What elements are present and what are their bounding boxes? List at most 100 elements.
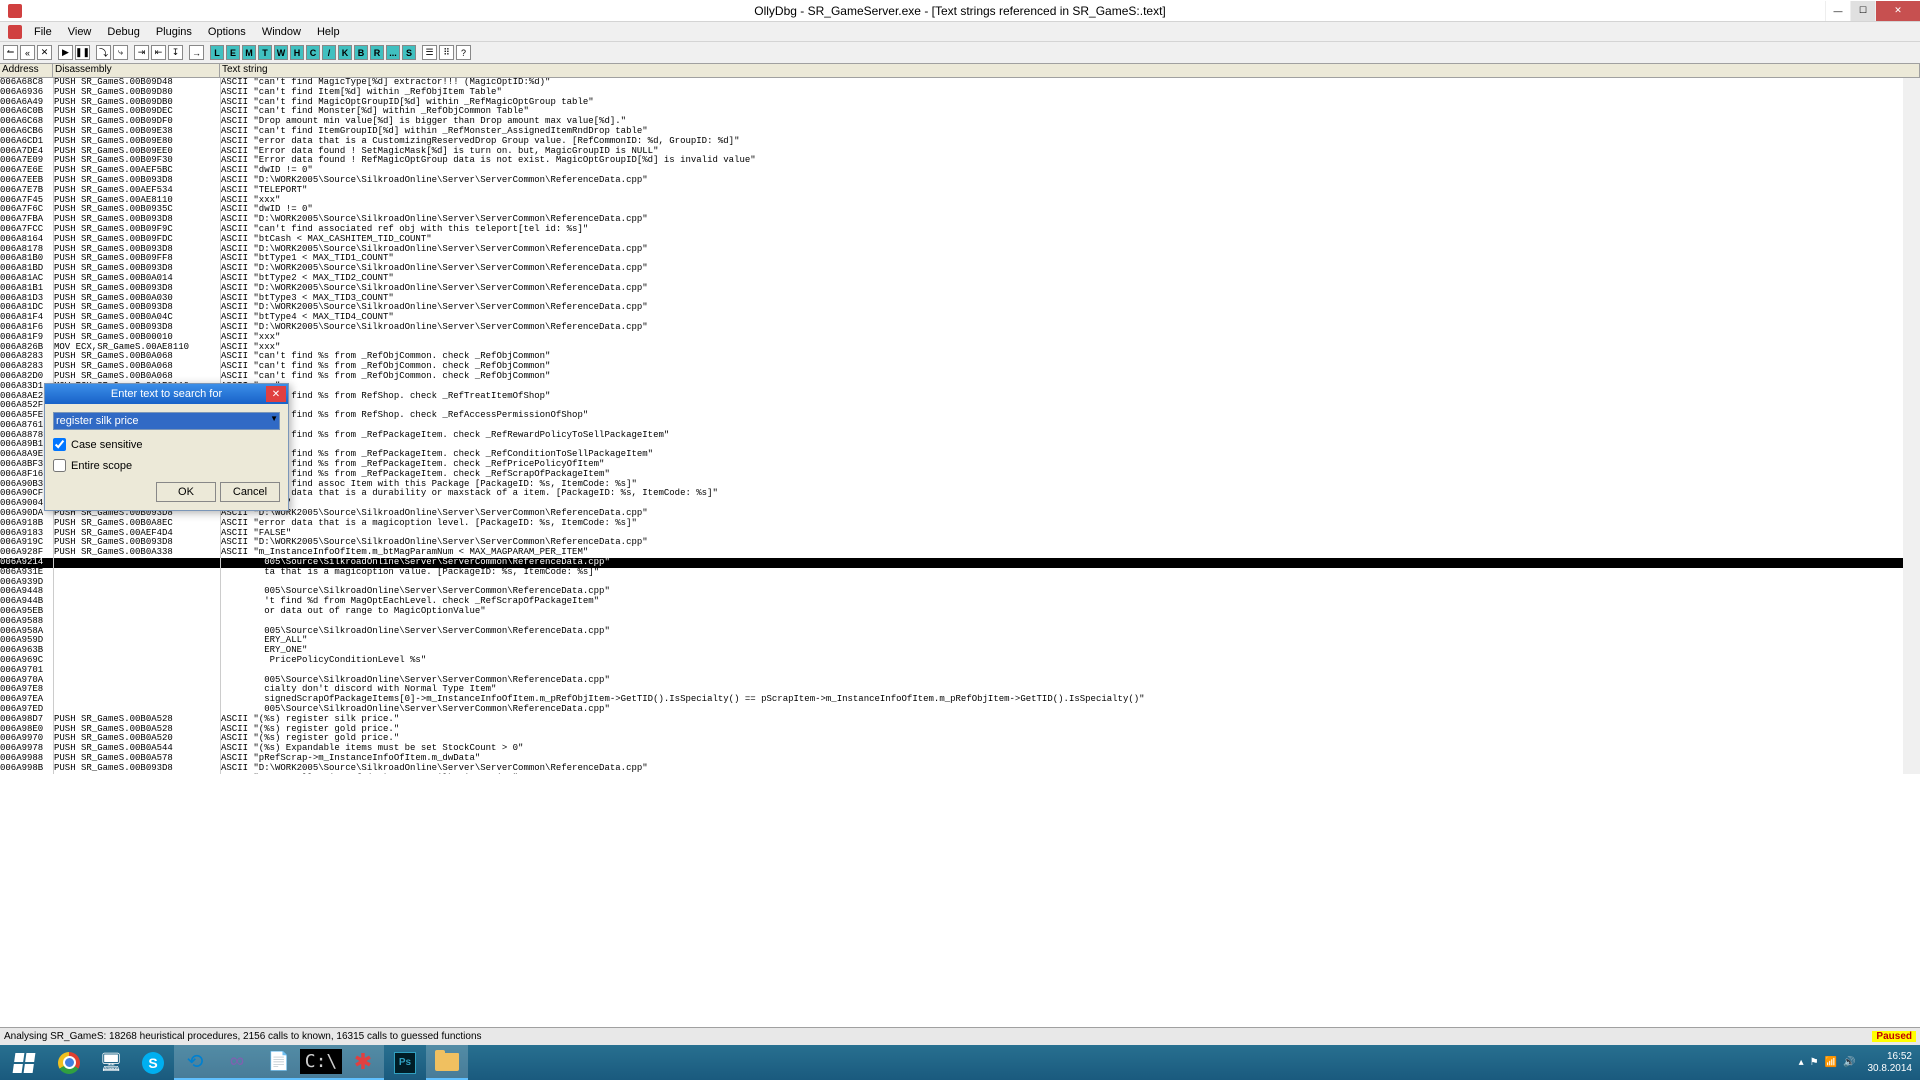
- toolbar-letter-s[interactable]: S: [402, 45, 416, 60]
- text-cell[interactable]: ERY_ALL": [221, 636, 1920, 646]
- text-cell[interactable]: ASCII "can't find %s from _RefObjCommon.…: [221, 372, 1920, 382]
- menu-help[interactable]: Help: [309, 26, 348, 38]
- taskbar-app1[interactable]: 🖥: [90, 1045, 132, 1080]
- disasm-cell[interactable]: [54, 568, 220, 578]
- text-cell[interactable]: ASCII "error data that is a magicoption …: [221, 519, 1920, 529]
- text-cell[interactable]: ASCII "D:\WORK2005\Source\SilkroadOnline…: [221, 303, 1920, 313]
- text-cell[interactable]: ASCII "D:\WORK2005\Source\SilkroadOnline…: [221, 245, 1920, 255]
- toolbar-letter-/[interactable]: /: [322, 45, 336, 60]
- taskbar-notepad[interactable]: 📄: [258, 1045, 300, 1080]
- disasm-cell[interactable]: PUSH SR_GameS.00B0A338: [54, 548, 220, 558]
- header-text-string[interactable]: Text string: [220, 64, 1920, 77]
- tray-flag-icon[interactable]: ⚑: [1810, 1057, 1819, 1068]
- taskbar-explorer[interactable]: [426, 1045, 468, 1080]
- text-cell[interactable]: or data out of range to MagicOptionValue…: [221, 607, 1920, 617]
- taskbar-vs[interactable]: ∞: [216, 1045, 258, 1080]
- taskbar-skype[interactable]: S: [132, 1045, 174, 1080]
- text-cell[interactable]: ASCII "xxx": [221, 196, 1920, 206]
- case-sensitive-checkbox[interactable]: [53, 438, 66, 451]
- entire-scope-checkbox[interactable]: [53, 459, 66, 472]
- disasm-cell[interactable]: [54, 627, 220, 637]
- menu-file[interactable]: File: [26, 26, 60, 38]
- toolbar-letter-k[interactable]: K: [338, 45, 352, 60]
- text-cell[interactable]: ASCII "can't find %s from RefShop. check…: [221, 392, 1920, 402]
- disasm-cell[interactable]: [54, 666, 220, 676]
- disasm-cell[interactable]: [54, 685, 220, 695]
- start-button[interactable]: [0, 1045, 48, 1080]
- toolbar-letter-e[interactable]: E: [226, 45, 240, 60]
- text-cell[interactable]: ASCII "error data that is a durability o…: [221, 489, 1920, 499]
- menu-debug[interactable]: Debug: [99, 26, 147, 38]
- toolbar-letter-t[interactable]: T: [258, 45, 272, 60]
- toolbar-letter-l[interactable]: L: [210, 45, 224, 60]
- dialog-title[interactable]: Enter text to search for ✕: [45, 384, 288, 404]
- text-cell[interactable]: ASCII "TELEPORT": [221, 186, 1920, 196]
- toolbar-letter-r[interactable]: R: [370, 45, 384, 60]
- toolbar-letter-w[interactable]: W: [274, 45, 288, 60]
- text-cell[interactable]: ERY_ONE": [221, 646, 1920, 656]
- entire-scope-check[interactable]: Entire scope: [53, 459, 280, 472]
- text-cell[interactable]: ASCII "(%s) register silk price.": [221, 715, 1920, 725]
- dialog-close-button[interactable]: ✕: [266, 386, 286, 402]
- toolbar-options-icon[interactable]: ⠿: [439, 45, 454, 60]
- toolbar-settings-icon[interactable]: ☰: [422, 45, 437, 60]
- case-sensitive-check[interactable]: Case sensitive: [53, 438, 280, 451]
- text-cell[interactable]: ASCII "Error data found ! RefMagicOptGro…: [221, 156, 1920, 166]
- tray-volume-icon[interactable]: 🔊: [1843, 1057, 1855, 1068]
- taskbar-chrome[interactable]: [48, 1045, 90, 1080]
- taskbar-photoshop[interactable]: Ps: [384, 1045, 426, 1080]
- tray-clock[interactable]: 16:52 30.8.2014: [1868, 1051, 1913, 1075]
- toolbar-tillret-icon[interactable]: ↧: [168, 45, 183, 60]
- ok-button[interactable]: OK: [156, 482, 216, 502]
- disasm-cell[interactable]: [54, 656, 220, 666]
- toolbar-pause-icon[interactable]: ❚❚: [75, 45, 90, 60]
- text-cell[interactable]: ta that is a magicoption value. [Package…: [221, 568, 1920, 578]
- text-cell[interactable]: ASCII "can't find associated ref obj wit…: [221, 225, 1920, 235]
- toolbar-letter-m[interactable]: M: [242, 45, 256, 60]
- vertical-scrollbar[interactable]: [1903, 78, 1920, 774]
- disasm-cell[interactable]: [54, 646, 220, 656]
- tray-up-icon[interactable]: ▴: [1799, 1057, 1804, 1068]
- disasm-cell[interactable]: [54, 607, 220, 617]
- disasm-cell[interactable]: [54, 587, 220, 597]
- disasm-cell[interactable]: [54, 676, 220, 686]
- close-button[interactable]: ✕: [1875, 1, 1920, 21]
- toolbar-close-icon[interactable]: ✕: [37, 45, 52, 60]
- toolbar-goto-icon[interactable]: →: [189, 45, 204, 60]
- toolbar-letter-c[interactable]: C: [306, 45, 320, 60]
- text-cell[interactable]: ASCII "can't find %s from RefShop. check…: [221, 411, 1920, 421]
- toolbar-rewind-icon[interactable]: «: [20, 45, 35, 60]
- toolbar-traceinto-icon[interactable]: ⇥: [134, 45, 149, 60]
- text-cell[interactable]: PricePolicyConditionLevel %s": [221, 656, 1920, 666]
- text-cell[interactable]: 005\Source\SilkroadOnline\Server\ServerC…: [221, 705, 1920, 715]
- text-cell[interactable]: ASCII "D:\WORK2005\Source\SilkroadOnline…: [221, 264, 1920, 274]
- header-address[interactable]: Address: [0, 64, 53, 77]
- menu-plugins[interactable]: Plugins: [148, 26, 200, 38]
- text-cell[interactable]: ASCII "xxx": [221, 333, 1920, 343]
- header-disassembly[interactable]: Disassembly: [53, 64, 220, 77]
- toolbar-open-icon[interactable]: ↼: [3, 45, 18, 60]
- disasm-cell[interactable]: [54, 617, 220, 627]
- taskbar-cmd[interactable]: C:\: [300, 1045, 342, 1080]
- text-cell[interactable]: 005\Source\SilkroadOnline\Server\ServerC…: [221, 627, 1920, 637]
- taskbar-ollydbg[interactable]: ✱: [342, 1045, 384, 1080]
- menu-options[interactable]: Options: [200, 26, 254, 38]
- toolbar-stepover-icon[interactable]: ⤷: [113, 45, 128, 60]
- toolbar-stepinto-icon[interactable]: ⤵: [96, 45, 111, 60]
- text-cell[interactable]: ASCII "can't find %s from _RefPackageIte…: [221, 431, 1920, 441]
- toolbar-letter-b[interactable]: B: [354, 45, 368, 60]
- text-cell[interactable]: ASCII "D:\WORK2005\Source\SilkroadOnline…: [221, 323, 1920, 333]
- text-cell[interactable]: ASCII "D:\WORK2005\Source\SilkroadOnline…: [221, 176, 1920, 186]
- disasm-cell[interactable]: [54, 695, 220, 705]
- text-cell[interactable]: ASCII "D:\WORK2005\Source\SilkroadOnline…: [221, 284, 1920, 294]
- menu-window[interactable]: Window: [254, 26, 309, 38]
- toolbar-play-icon[interactable]: ▶: [58, 45, 73, 60]
- disasm-cell[interactable]: [54, 636, 220, 646]
- disasm-cell[interactable]: [54, 578, 220, 588]
- disasm-cell[interactable]: [54, 597, 220, 607]
- search-input[interactable]: [53, 412, 280, 430]
- disasm-cell[interactable]: [54, 558, 220, 568]
- toolbar-traceover-icon[interactable]: ⇤: [151, 45, 166, 60]
- tray-network-icon[interactable]: 📶: [1825, 1057, 1837, 1068]
- toolbar-help-icon[interactable]: ?: [456, 45, 471, 60]
